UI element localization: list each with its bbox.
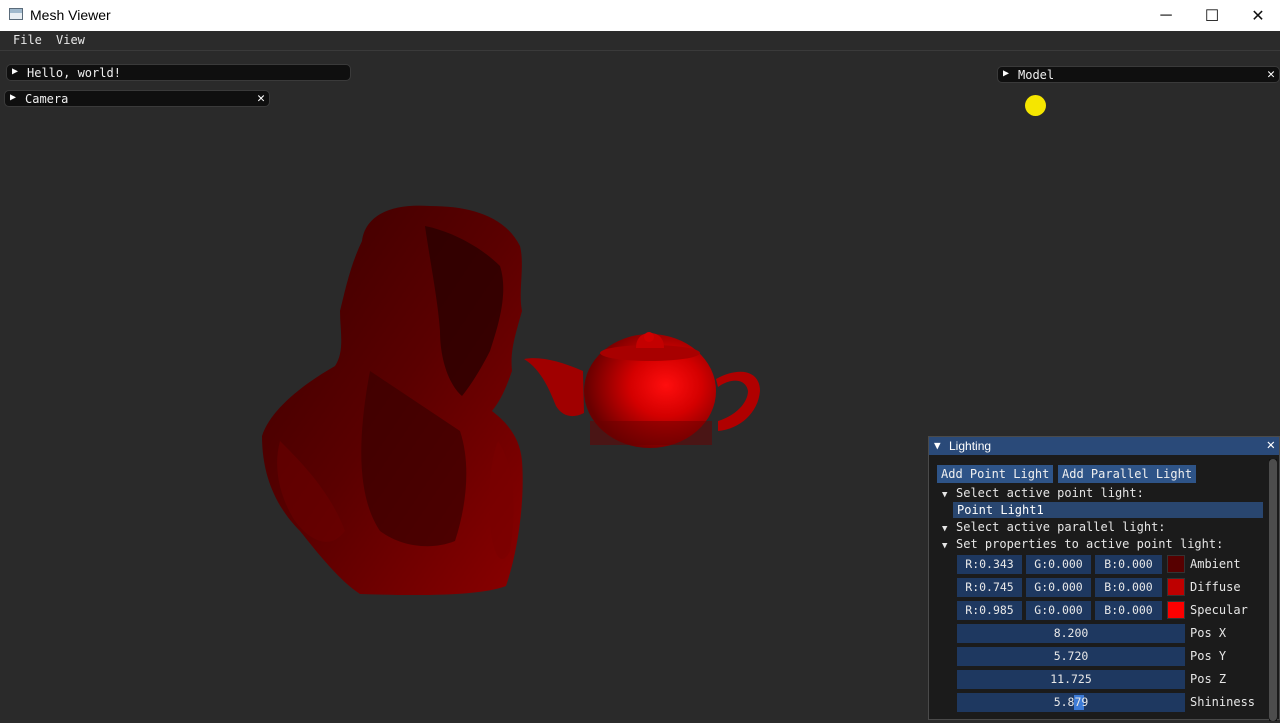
point-light-list-item[interactable]: Point Light1 <box>953 502 1263 518</box>
set-properties-label: Set properties to active point light: <box>956 537 1224 551</box>
tree-open-icon: ▼ <box>942 541 948 551</box>
ambient-label: Ambient <box>1190 557 1241 571</box>
hello-world-panel[interactable]: ▶ Hello, world! <box>6 64 351 81</box>
menu-view[interactable]: View <box>56 33 85 47</box>
pos-z-label: Pos Z <box>1190 672 1227 686</box>
shininess-slider[interactable]: 5.879 <box>957 693 1185 712</box>
tree-open-icon: ▼ <box>942 490 948 500</box>
specular-g-field[interactable]: G:0.000 <box>1026 601 1091 620</box>
diffuse-color-swatch[interactable] <box>1167 578 1185 596</box>
ambient-b-field[interactable]: B:0.000 <box>1095 555 1162 574</box>
select-point-light-node[interactable]: ▼ Select active point light: <box>942 486 1144 500</box>
point-light-marker <box>1025 95 1046 116</box>
scrollbar-thumb[interactable] <box>1269 459 1277 721</box>
pos-x-slider[interactable]: 8.200 <box>957 624 1185 643</box>
model-panel[interactable]: ▶ Model ✕ <box>997 66 1280 83</box>
select-parallel-light-label: Select active parallel light: <box>956 520 1166 534</box>
specular-b-field[interactable]: B:0.000 <box>1095 601 1162 620</box>
diffuse-g-field[interactable]: G:0.000 <box>1026 578 1091 597</box>
lighting-panel: ▼ Lighting ✕ Add Point Light Add Paralle… <box>928 436 1280 721</box>
diffuse-r-field[interactable]: R:0.745 <box>957 578 1022 597</box>
diffuse-b-field[interactable]: B:0.000 <box>1095 578 1162 597</box>
app-icon <box>9 8 23 20</box>
title-bar: Mesh Viewer ─ ☐ ✕ <box>0 0 1280 31</box>
minimize-button[interactable]: ─ <box>1143 0 1189 31</box>
select-parallel-light-node[interactable]: ▼ Select active parallel light: <box>942 520 1166 534</box>
lighting-header[interactable]: ▼ Lighting ✕ <box>929 437 1279 455</box>
teapot-model <box>524 332 760 448</box>
close-icon[interactable]: ✕ <box>257 91 265 106</box>
window-title: Mesh Viewer <box>30 7 111 23</box>
add-parallel-light-button[interactable]: Add Parallel Light <box>1058 465 1197 483</box>
close-icon[interactable]: ✕ <box>1267 67 1275 82</box>
expand-arrow-icon: ▶ <box>10 92 17 103</box>
ambient-color-swatch[interactable] <box>1167 555 1185 573</box>
ambient-g-field[interactable]: G:0.000 <box>1026 555 1091 574</box>
menu-file[interactable]: File <box>13 33 42 47</box>
shininess-label: Shininess <box>1190 695 1256 709</box>
specular-r-field[interactable]: R:0.985 <box>957 601 1022 620</box>
pos-x-label: Pos X <box>1190 626 1227 640</box>
set-properties-node[interactable]: ▼ Set properties to active point light: <box>942 537 1223 551</box>
maximize-button[interactable]: ☐ <box>1189 0 1235 31</box>
add-point-light-button[interactable]: Add Point Light <box>937 465 1054 483</box>
shininess-value: 5.879 <box>1053 695 1089 709</box>
hello-world-label: Hello, world! <box>27 66 121 80</box>
pos-z-slider[interactable]: 11.725 <box>957 670 1185 689</box>
close-button[interactable]: ✕ <box>1235 0 1280 31</box>
lighting-title: Lighting <box>949 439 992 453</box>
model-label: Model <box>1018 68 1055 82</box>
specular-label: Specular <box>1190 603 1248 617</box>
pos-y-slider[interactable]: 5.720 <box>957 647 1185 666</box>
select-point-light-label: Select active point light: <box>956 486 1144 500</box>
expand-arrow-icon: ▶ <box>1003 68 1010 79</box>
pos-y-label: Pos Y <box>1190 649 1227 663</box>
bust-model <box>262 205 523 596</box>
menu-bar: File View <box>0 31 1280 51</box>
specular-color-swatch[interactable] <box>1167 601 1185 619</box>
expand-arrow-icon: ▶ <box>12 66 19 77</box>
camera-panel[interactable]: ▶ Camera ✕ <box>4 90 270 107</box>
camera-label: Camera <box>25 92 69 106</box>
diffuse-label: Diffuse <box>1190 580 1241 594</box>
collapse-arrow-icon: ▼ <box>934 439 941 452</box>
close-icon[interactable]: ✕ <box>1267 437 1275 453</box>
tree-open-icon: ▼ <box>942 524 948 534</box>
lighting-scrollbar[interactable] <box>1269 459 1277 721</box>
ambient-r-field[interactable]: R:0.343 <box>957 555 1022 574</box>
